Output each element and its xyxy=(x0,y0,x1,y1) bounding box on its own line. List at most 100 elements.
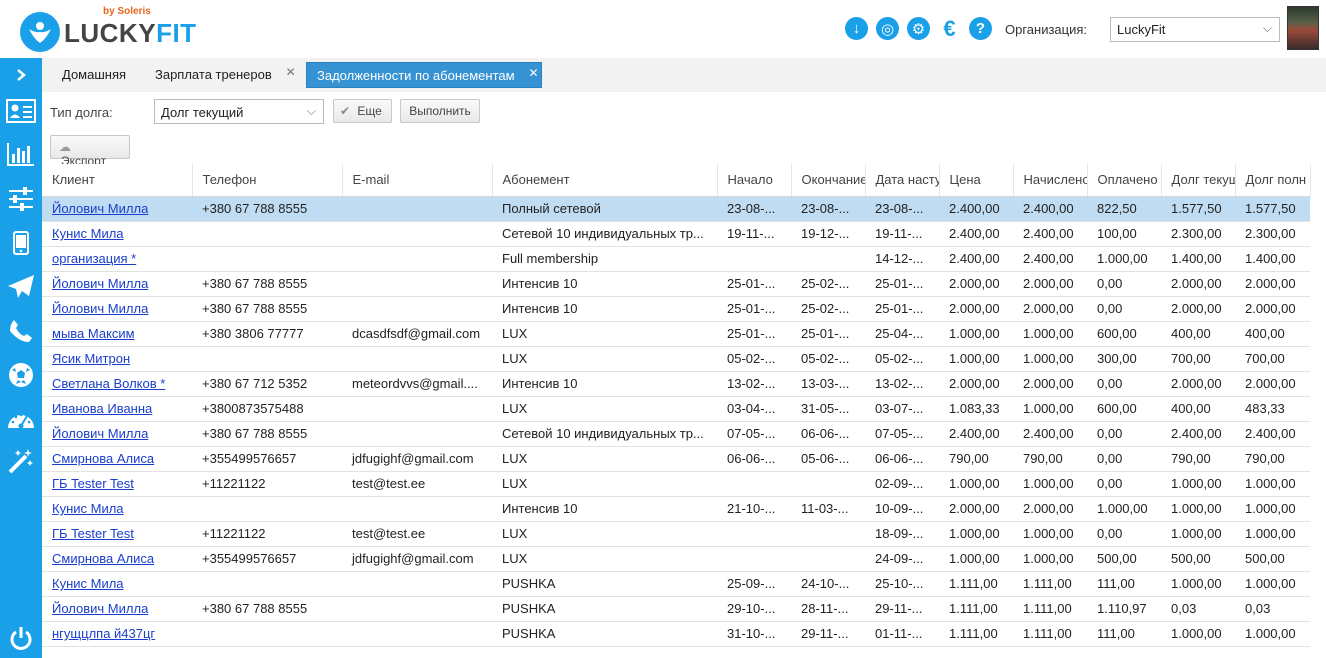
close-icon[interactable]: ✕ xyxy=(286,65,296,79)
run-button[interactable]: Выполнить xyxy=(400,99,480,123)
soccer-ball-icon[interactable] xyxy=(0,358,42,392)
export-button[interactable]: ☁ Экспорт xyxy=(50,135,130,168)
client-link[interactable]: Йолович Милла xyxy=(52,601,148,616)
help-icon[interactable]: ? xyxy=(969,17,992,40)
table-row[interactable]: ГБ Tester Test +11221122 test@test.ee LUX 02… xyxy=(42,471,1310,497)
tab-home[interactable]: Домашняя xyxy=(52,62,136,88)
table-cell: 0,00 xyxy=(1087,371,1161,397)
client-link[interactable]: организация * xyxy=(52,251,136,266)
org-select[interactable]: LuckyFit ⌵ xyxy=(1110,17,1280,42)
column-header[interactable]: Дата насту xyxy=(865,164,940,197)
client-link[interactable]: Кунис Мила xyxy=(52,501,124,516)
client-link[interactable]: Ясик Митрон xyxy=(52,351,130,366)
column-header[interactable]: Начало xyxy=(717,164,792,197)
table-cell[interactable]: ГБ Tester Test xyxy=(42,521,192,547)
table-row[interactable]: организация * Full membership 14-12-... 2.4… xyxy=(42,246,1310,272)
paper-plane-icon[interactable] xyxy=(0,270,42,304)
client-link[interactable]: Кунис Мила xyxy=(52,576,124,591)
client-link[interactable]: Йолович Милла xyxy=(52,276,148,291)
column-header[interactable]: Оплачено xyxy=(1087,164,1162,197)
column-header[interactable]: Клиент xyxy=(42,164,193,197)
tab-subscription-debts[interactable]: Задолженности по абонементам ✕ xyxy=(306,62,542,88)
chevron-right-icon[interactable] xyxy=(0,58,42,92)
table-cell[interactable]: Кунис Мила xyxy=(42,221,192,247)
table-cell[interactable]: Йолович Милла xyxy=(42,196,192,222)
client-link[interactable]: Йолович Милла xyxy=(52,426,148,441)
table-cell[interactable]: Смирнова Алиса xyxy=(42,446,192,472)
table-row[interactable]: ГБ Tester Test +11221122 test@test.ee LUX 18… xyxy=(42,521,1310,547)
table-row[interactable]: Ясик Митрон LUX 05-02-... 05-02-... 05-02-..… xyxy=(42,346,1310,372)
sliders-icon[interactable] xyxy=(0,182,42,216)
table-cell[interactable]: мыва Максим xyxy=(42,321,192,347)
table-row[interactable]: Кунис Мила PUSHKA 25-09-... 24-10-... 25-10-… xyxy=(42,571,1310,597)
column-header[interactable]: Телефон xyxy=(192,164,343,197)
tab-trainer-salary[interactable]: Зарплата тренеров ✕ xyxy=(145,62,298,88)
dashboard-icon[interactable] xyxy=(0,402,42,436)
table-cell[interactable]: Йолович Милла xyxy=(42,421,192,447)
table-cell[interactable]: Кунис Мила xyxy=(42,571,192,597)
client-link[interactable]: Смирнова Алиса xyxy=(52,451,154,466)
download-icon[interactable]: ↓ xyxy=(845,17,868,40)
client-link[interactable]: нгущцлпа й437цг xyxy=(52,626,155,641)
table-cell[interactable]: Йолович Милла xyxy=(42,296,192,322)
table-cell[interactable]: Смирнова Алиса xyxy=(42,546,192,572)
column-header[interactable]: E-mail xyxy=(342,164,493,197)
table-row[interactable]: нгущцлпа й437цг PUSHKA 31-10-... 29-11-... 0… xyxy=(42,621,1310,647)
table-cell[interactable]: нгущцлпа й437цг xyxy=(42,621,192,647)
table-row[interactable]: Йолович Милла +380 67 788 8555 Интенсив 10… xyxy=(42,296,1310,322)
magic-wand-icon[interactable] xyxy=(0,444,42,478)
table-row[interactable]: Йолович Милла +380 67 788 8555 Интенсив 10… xyxy=(42,271,1310,297)
column-header[interactable]: Абонемент xyxy=(492,164,718,197)
table-cell[interactable]: ГБ Tester Test xyxy=(42,471,192,497)
column-header[interactable]: Цена xyxy=(939,164,1014,197)
mobile-icon[interactable] xyxy=(0,226,42,260)
table-cell[interactable]: Ясик Митрон xyxy=(42,346,192,372)
column-header[interactable]: Долг полн xyxy=(1235,164,1311,197)
client-link[interactable]: Смирнова Алиса xyxy=(52,551,154,566)
table-row[interactable]: Йолович Милла +380 67 788 8555 PUSHKA 29-10… xyxy=(42,596,1310,622)
close-icon[interactable]: ✕ xyxy=(529,66,539,80)
phone-icon[interactable] xyxy=(0,314,42,348)
lifebuoy-icon[interactable]: ◎ xyxy=(876,17,899,40)
bar-chart-icon[interactable] xyxy=(0,137,42,171)
client-link[interactable]: Кунис Мила xyxy=(52,226,124,241)
euro-icon[interactable]: € xyxy=(938,16,961,41)
luckyfit-logo-icon[interactable] xyxy=(20,12,60,52)
table-row[interactable]: Йолович Милла +380 67 788 8555 Полный сете… xyxy=(42,196,1310,222)
table-cell[interactable]: Кунис Мила xyxy=(42,496,192,522)
client-link[interactable]: Светлана Волков * xyxy=(52,376,165,391)
gear-icon[interactable]: ⚙ xyxy=(907,17,930,40)
power-icon[interactable] xyxy=(0,622,42,656)
table-row[interactable]: Смирнова Алиса +355499576657 jdfugighf@gma… xyxy=(42,446,1310,472)
avatar[interactable] xyxy=(1287,6,1319,50)
table-row[interactable]: Светлана Волков * +380 67 712 5352 meteord… xyxy=(42,371,1310,397)
table-cell[interactable]: Иванова Иванна xyxy=(42,396,192,422)
table-row[interactable]: Смирнова Алиса +355499576657 jdfugighf@gma… xyxy=(42,546,1310,572)
id-card-icon[interactable] xyxy=(0,94,42,128)
column-header[interactable]: Окончание xyxy=(791,164,866,197)
table-cell: 19-12-... xyxy=(791,221,865,247)
table-row[interactable]: Йолович Милла +380 67 788 8555 Сетевой 10 … xyxy=(42,421,1310,447)
table-cell: PUSHKA xyxy=(492,596,717,622)
client-link[interactable]: Иванова Иванна xyxy=(52,401,152,416)
table-cell: 31-05-... xyxy=(791,396,865,422)
client-link[interactable]: Йолович Милла xyxy=(52,301,148,316)
column-header[interactable]: Начислено xyxy=(1013,164,1088,197)
table-row[interactable]: Кунис Мила Сетевой 10 индивидуальных тр..… xyxy=(42,221,1310,247)
client-link[interactable]: ГБ Tester Test xyxy=(52,476,134,491)
table-cell: 03-04-... xyxy=(717,396,791,422)
table-cell[interactable]: Йолович Милла xyxy=(42,596,192,622)
table-cell[interactable]: Светлана Волков * xyxy=(42,371,192,397)
table-row[interactable]: мыва Максим +380 3806 77777 dcasdfsdf@gmai… xyxy=(42,321,1310,347)
table-cell xyxy=(192,221,342,247)
table-cell[interactable]: Йолович Милла xyxy=(42,271,192,297)
client-link[interactable]: ГБ Tester Test xyxy=(52,526,134,541)
client-link[interactable]: мыва Максим xyxy=(52,326,135,341)
client-link[interactable]: Йолович Милла xyxy=(52,201,148,216)
more-button[interactable]: ✔ Еще xyxy=(333,99,392,123)
debt-type-select[interactable]: Долг текущий ⌵ xyxy=(154,99,324,124)
table-row[interactable]: Иванова Иванна +3800873575488 LUX 03-04-...… xyxy=(42,396,1310,422)
column-header[interactable]: Долг текущ xyxy=(1161,164,1236,197)
table-row[interactable]: Кунис Мила Интенсив 10 21-10-... 11-03-... 1… xyxy=(42,496,1310,522)
table-cell[interactable]: организация * xyxy=(42,246,192,272)
